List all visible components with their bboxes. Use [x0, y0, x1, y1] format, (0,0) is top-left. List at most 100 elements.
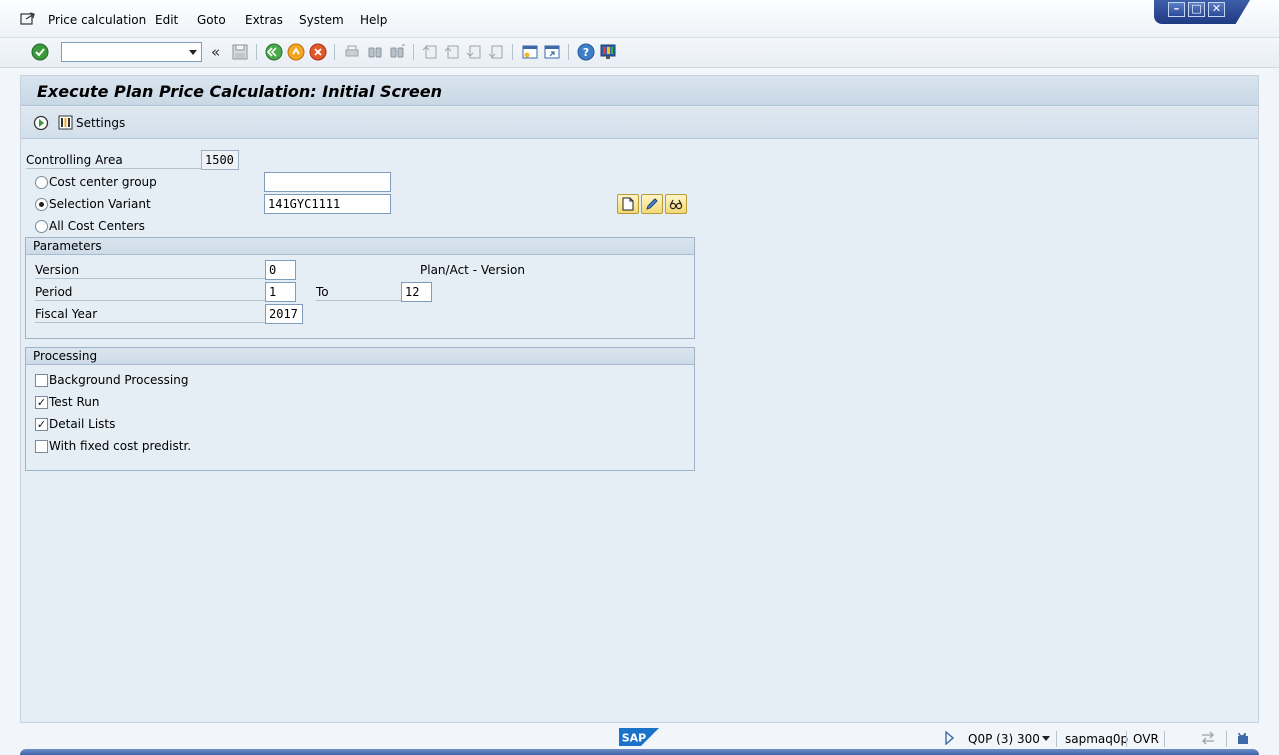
- menu-extras[interactable]: Extras: [245, 13, 283, 27]
- fiscal-year-field[interactable]: 2017: [265, 304, 303, 324]
- version-field[interactable]: 0: [265, 260, 296, 280]
- document-icon: [622, 197, 634, 211]
- controlling-area-field[interactable]: 1500: [201, 150, 239, 170]
- chevron-down-icon[interactable]: [189, 50, 197, 55]
- menu-icon[interactable]: [20, 12, 36, 26]
- menu-edit[interactable]: Edit: [155, 13, 178, 27]
- main-screen: Execute Plan Price Calculation: Initial …: [20, 75, 1259, 723]
- cost-center-group-field[interactable]: [264, 172, 391, 192]
- separator: [1126, 731, 1127, 747]
- chevron-down-icon[interactable]: [1042, 736, 1050, 741]
- selection-variant-radio[interactable]: [35, 198, 48, 211]
- controlling-area-label: Controlling Area: [26, 153, 123, 167]
- first-page-icon[interactable]: [421, 43, 439, 61]
- period-to-label: To: [316, 285, 329, 299]
- version-label: Version: [35, 263, 80, 277]
- glasses-icon: [669, 199, 683, 210]
- execute-icon[interactable]: [33, 115, 49, 131]
- label-underline: [35, 300, 265, 301]
- test-run-checkbox[interactable]: ✓: [35, 396, 48, 409]
- separator: [1164, 731, 1165, 747]
- processing-group: Processing Background Processing ✓ Test …: [25, 347, 695, 471]
- title-bar: Execute Plan Price Calculation: Initial …: [21, 76, 1258, 106]
- parameters-group-title: Parameters: [33, 239, 102, 253]
- parameters-group: Parameters Version 0 Plan/Act - Version …: [25, 237, 695, 339]
- separator: [256, 44, 257, 60]
- all-cost-centers-label: All Cost Centers: [49, 219, 145, 233]
- display-variant-button[interactable]: [665, 194, 687, 214]
- background-processing-label: Background Processing: [49, 373, 189, 387]
- separator: [413, 44, 414, 60]
- label-underline: [316, 300, 401, 301]
- command-field[interactable]: [61, 42, 202, 62]
- detail-lists-label: Detail Lists: [49, 417, 116, 431]
- find-next-icon[interactable]: [388, 43, 406, 61]
- menu-bar: Price calculation Edit Goto Extras Syste…: [0, 0, 1279, 38]
- collapse-icon[interactable]: «: [211, 43, 220, 61]
- period-from-field[interactable]: 1: [265, 282, 296, 302]
- insert-mode: OVR: [1133, 732, 1159, 746]
- application-toolbar: Settings: [21, 107, 1258, 139]
- server-name: sapmaq0p: [1065, 732, 1129, 746]
- all-cost-centers-radio[interactable]: [35, 220, 48, 233]
- exit-icon[interactable]: [287, 43, 305, 61]
- help-icon[interactable]: ?: [577, 43, 595, 61]
- label-underline: [35, 278, 265, 279]
- menu-system[interactable]: System: [299, 13, 344, 27]
- separator: [1056, 731, 1057, 747]
- menu-goto[interactable]: Goto: [197, 13, 226, 27]
- maximize-icon[interactable]: □: [1188, 2, 1205, 17]
- pencil-icon: [646, 198, 658, 210]
- fiscal-year-label: Fiscal Year: [35, 307, 98, 321]
- label-underline: [26, 168, 201, 169]
- selection-variant-field[interactable]: 141GYC1111: [264, 194, 391, 214]
- enter-icon[interactable]: [31, 43, 49, 61]
- window-controls: – □ ✕: [1154, 0, 1250, 24]
- back-icon[interactable]: [265, 43, 283, 61]
- create-variant-button[interactable]: [617, 194, 639, 214]
- save-icon[interactable]: [231, 43, 249, 61]
- close-icon[interactable]: ✕: [1208, 2, 1225, 17]
- separator: [1226, 731, 1227, 747]
- play-icon[interactable]: [944, 731, 954, 745]
- standard-toolbar: « ?: [0, 38, 1279, 68]
- command-input[interactable]: [62, 43, 180, 61]
- shortcut-icon[interactable]: [543, 43, 561, 61]
- cancel-icon[interactable]: [309, 43, 327, 61]
- label-underline: [35, 322, 265, 323]
- selection-variant-label: Selection Variant: [49, 197, 151, 211]
- bottom-frame: [20, 749, 1259, 755]
- background-processing-checkbox[interactable]: [35, 374, 48, 387]
- previous-page-icon[interactable]: [443, 43, 461, 61]
- detail-lists-checkbox[interactable]: ✓: [35, 418, 48, 431]
- data-transfer-icon[interactable]: [1200, 731, 1216, 745]
- cost-center-group-radio[interactable]: [35, 176, 48, 189]
- create-session-icon[interactable]: [521, 43, 539, 61]
- period-label: Period: [35, 285, 73, 299]
- minimize-icon[interactable]: –: [1168, 2, 1185, 17]
- page-title: Execute Plan Price Calculation: Initial …: [37, 82, 442, 101]
- customize-layout-icon[interactable]: [599, 43, 617, 61]
- fixed-cost-predistr-label: With fixed cost predistr.: [49, 439, 192, 453]
- change-variant-button[interactable]: [641, 194, 663, 214]
- system-info: Q0P (3) 300: [968, 732, 1040, 746]
- sap-logo: SAP: [619, 728, 659, 746]
- svg-text:SAP: SAP: [622, 732, 647, 745]
- next-page-icon[interactable]: [465, 43, 483, 61]
- menu-help[interactable]: Help: [360, 13, 387, 27]
- test-run-label: Test Run: [49, 395, 100, 409]
- version-description: Plan/Act - Version: [420, 263, 525, 277]
- period-to-field[interactable]: 12: [401, 282, 432, 302]
- lock-open-icon[interactable]: [1236, 729, 1250, 745]
- parameters-group-header: Parameters: [26, 238, 694, 255]
- fixed-cost-predistr-checkbox[interactable]: [35, 440, 48, 453]
- settings-icon[interactable]: [58, 115, 73, 130]
- menu-price-calculation[interactable]: Price calculation: [48, 13, 146, 27]
- processing-group-title: Processing: [33, 349, 98, 363]
- settings-button[interactable]: Settings: [76, 116, 125, 130]
- print-icon[interactable]: [343, 43, 361, 61]
- separator: [568, 44, 569, 60]
- last-page-icon[interactable]: [487, 43, 505, 61]
- find-icon[interactable]: [366, 43, 384, 61]
- cost-center-group-label: Cost center group: [49, 175, 157, 189]
